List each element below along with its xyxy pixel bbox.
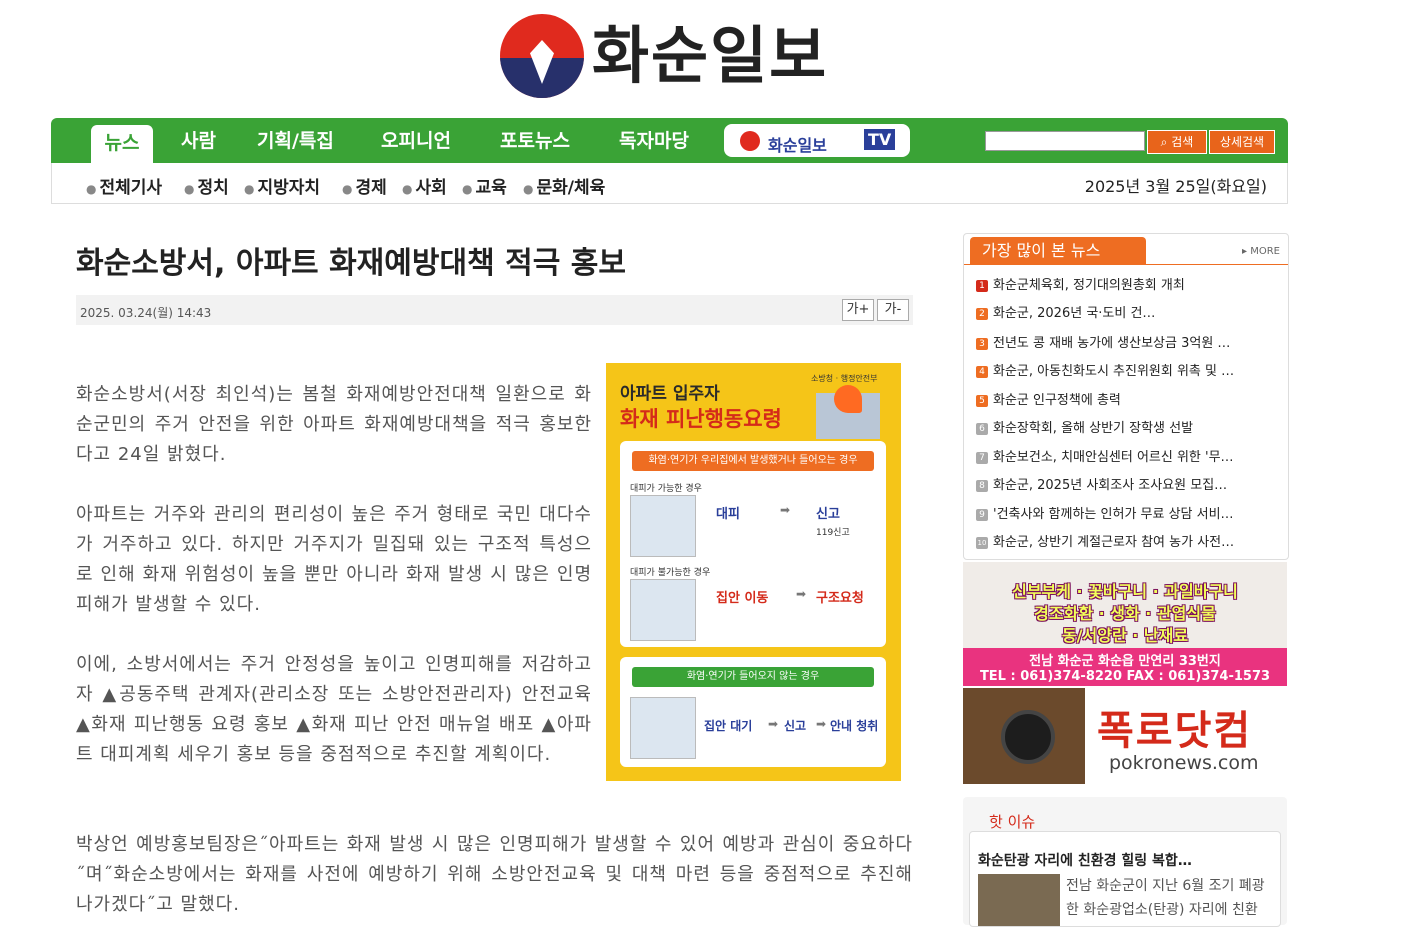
subnav-item-culture[interactable]: ● 문화/체육 xyxy=(523,173,605,198)
poster-act-rescue: 구조요청 xyxy=(816,591,864,606)
article-paragraph: 이에, 소방서에서는 주거 안정성을 높이고 인명피해를 저감하고자 ▲공동주택… xyxy=(76,654,592,765)
hot-issue-box: 핫 이슈 화순탄광 자리에 친환경 힐링 복합… 전남 화순군이 지난 6월 조… xyxy=(963,797,1287,927)
poster-case-2: 대피가 불가능한 경우 xyxy=(630,568,711,578)
pokro-url: pokronews.com xyxy=(1109,752,1259,774)
article-meta-bar: 2025. 03.24(월) 14:43 가+ 가- xyxy=(76,295,913,325)
arrow-right-icon: ➡ xyxy=(768,717,779,731)
evacuate-scene-icon xyxy=(630,495,696,557)
hot-issue-desc: 전남 화순군이 지난 6월 조기 폐광한 화순광업소(탄광) 자리에 친환 xyxy=(1066,878,1265,918)
search-input[interactable] xyxy=(985,131,1145,151)
subnav-item-education[interactable]: ● 교육 xyxy=(462,173,507,198)
more-link[interactable]: ▸ MORE xyxy=(1242,246,1280,257)
most-viewed-item[interactable]: 5 화순군 인구정책에 총력 xyxy=(976,389,1281,408)
ad-flower-phone: TEL : 061)374-8220 FAX : 061)374-1573 xyxy=(979,669,1271,684)
article-timestamp: 2025. 03.24(월) 14:43 xyxy=(80,306,212,320)
pokro-news-ad[interactable]: 폭로닷컴 pokronews.com xyxy=(963,688,1287,784)
poster-act-wait: 집안 대기 xyxy=(704,719,753,733)
most-viewed-item[interactable]: 4 화순군, 아동친화도시 추진위원회 위촉 및 … xyxy=(976,360,1281,379)
font-size-up-button[interactable]: 가+ xyxy=(842,299,874,321)
fire-icon xyxy=(834,385,862,413)
subnav-item-politics[interactable]: ● 정치 xyxy=(184,173,229,198)
hot-issue-title[interactable]: 화순탄광 자리에 친환경 힐링 복합… xyxy=(978,850,1192,870)
nav-item-news[interactable]: 뉴스 xyxy=(91,125,153,163)
poster-card-fire-inside: 화염·연기가 우리집에서 발생했거나 들어오는 경우 대피가 가능한 경우 대피… xyxy=(620,441,886,647)
poster-act-evacuate: 대피 xyxy=(716,507,740,522)
logo-emblem-icon xyxy=(500,14,584,98)
camera-photo-icon xyxy=(963,688,1085,784)
pokro-brand: 폭로닷컴 xyxy=(1097,708,1253,754)
hot-issue-header: 핫 이슈 xyxy=(989,813,1036,831)
poster-act-report: 신고 xyxy=(816,507,840,522)
ad-flower-line-2: 경조화환 · 생화 · 관엽식물 xyxy=(1034,604,1216,623)
nav-item-opinion[interactable]: 오피니언 xyxy=(381,118,451,163)
ad-flower-line-1: 신부부케 · 꽃바구니 · 과일바구니 xyxy=(1012,582,1238,601)
font-size-down-button[interactable]: 가- xyxy=(877,299,909,321)
subnav-item-society[interactable]: ● 사회 xyxy=(402,173,447,198)
poster-act-listen: 안내 청취 xyxy=(830,719,879,733)
most-viewed-item[interactable]: 3 전년도 콩 재배 농가에 생산보상금 3억원 … xyxy=(976,332,1281,351)
most-viewed-title: 가장 많이 본 뉴스 xyxy=(970,237,1146,264)
search-button-label: 검색 xyxy=(1171,135,1194,149)
poster-card-fire-outside: 화염·연기가 들어오지 않는 경우 집안 대기 ➡ 신고 ➡ 안내 청취 xyxy=(620,657,886,767)
nav-item-features[interactable]: 기획/특집 xyxy=(257,118,334,163)
hwasun-tv-button[interactable]: 화순일보 TV xyxy=(724,124,910,157)
most-viewed-item[interactable]: 7 화순보건소, 치매안심센터 어르신 위한 '무… xyxy=(976,446,1281,465)
nav-item-people[interactable]: 사람 xyxy=(181,118,216,163)
poster-title-1: 아파트 입주자 xyxy=(620,384,720,404)
nav-item-photo-news[interactable]: 포토뉴스 xyxy=(500,118,570,163)
hot-issue-card[interactable]: 화순탄광 자리에 친환경 힐링 복합… 전남 화순군이 지난 6월 조기 폐광한… xyxy=(969,831,1281,927)
poster-case-1: 대피가 가능한 경우 xyxy=(630,484,702,494)
search-icon: ⌕ xyxy=(1160,135,1172,149)
rescue-scene-icon xyxy=(630,579,696,641)
sub-nav: ● 전체기사 ● 정치 ● 지방자치 ● 경제 ● 사회 ● 교육 ● 문화/체육 2025년… xyxy=(51,163,1288,204)
article-paragraph: 화순소방서(서장 최인석)는 봄철 화재예방안전대책 일환으로 화순군민의 주거… xyxy=(76,384,592,465)
subnav-item-economy[interactable]: ● 경제 xyxy=(342,173,387,198)
most-viewed-item[interactable]: 10 화순군, 상반기 계절근로자 참여 농가 사전… xyxy=(976,531,1281,550)
ad-flower-line-3: 동/서양란 · 난재료 xyxy=(1061,626,1189,645)
flower-shop-ad[interactable]: 신부부케 · 꽃바구니 · 과일바구니 경조화환 · 생화 · 관엽식물 동/서… xyxy=(963,562,1287,686)
poster-act-report-2: 신고 xyxy=(784,719,807,733)
tv-tag: TV xyxy=(864,129,896,150)
most-viewed-box: 가장 많이 본 뉴스 ▸ MORE 1 화순군체육회, 정기대의원총회 개최 2화… xyxy=(963,233,1289,560)
subnav-item-all[interactable]: ● 전체기사 xyxy=(86,173,162,198)
arrow-right-icon: ➡ xyxy=(816,717,827,731)
most-viewed-item[interactable]: 6 화순장학회, 올해 상반기 장학생 선발 xyxy=(976,417,1281,436)
article-paragraph: 박상언 예방홍보팀장은˝아파트는 화재 발생 시 많은 인명피해가 발생할 수 … xyxy=(76,834,913,915)
poster-section-1: 화염·연기가 우리집에서 발생했거나 들어오는 경우 xyxy=(632,451,874,471)
ad-flower-contact: 전남 화순군 화순읍 만연리 33번지 TEL : 061)374-8220 F… xyxy=(963,648,1287,686)
tv-logo-icon xyxy=(740,131,760,151)
arrow-right-icon: ➡ xyxy=(796,587,807,601)
poster-act-move-inside: 집안 이동 xyxy=(716,591,769,606)
site-logo[interactable]: 화순일보 xyxy=(500,14,840,102)
wait-scene-icon xyxy=(630,697,696,759)
hot-issue-thumbnail[interactable] xyxy=(978,874,1060,926)
article-poster-image[interactable]: 아파트 입주자 화재 피난행동요령 소방청 · 행정안전부 화염·연기가 우리집… xyxy=(606,363,901,781)
tv-label: 화순일보 xyxy=(768,136,827,155)
most-viewed-item[interactable]: 2 화순군, 2026년 국·도비 건… xyxy=(976,302,1281,321)
search-button[interactable]: ⌕ 검색 xyxy=(1147,130,1207,154)
nav-item-readers[interactable]: 독자마당 xyxy=(619,118,689,163)
article-paragraph: 아파트는 거주와 관리의 편리성이 높은 주거 형태로 국민 대다수가 거주하고… xyxy=(76,504,592,615)
poster-section-2: 화염·연기가 들어오지 않는 경우 xyxy=(632,667,874,687)
most-viewed-item[interactable]: 9 '건축사와 함께하는 인허가 무료 상담 서비… xyxy=(976,503,1281,522)
poster-119-label: 119신고 xyxy=(816,528,850,538)
arrow-right-icon: ➡ xyxy=(780,503,791,517)
current-date: 2025년 3월 25일(화요일) xyxy=(1084,177,1267,196)
main-nav: 뉴스 사람 기획/특집 오피니언 포토뉴스 독자마당 화순일보 TV ⌕ 검색 … xyxy=(51,118,1288,163)
poster-org: 소방청 · 행정안전부 xyxy=(811,374,878,383)
article-title: 화순소방서, 아파트 화재예방대책 적극 홍보 xyxy=(76,246,626,281)
poster-title-2: 화재 피난행동요령 xyxy=(620,407,782,431)
most-viewed-item[interactable]: 8 화순군, 2025년 사회조사 조사요원 모집… xyxy=(976,474,1281,493)
subnav-item-local-gov[interactable]: ● 지방자치 xyxy=(244,173,320,198)
most-viewed-item[interactable]: 1 화순군체육회, 정기대의원총회 개최 xyxy=(976,274,1281,293)
logo-text: 화순일보 xyxy=(592,19,829,92)
ad-flower-address: 전남 화순군 화순읍 만연리 33번지 xyxy=(1029,654,1221,669)
detail-search-button[interactable]: 상세검색 xyxy=(1209,130,1275,154)
